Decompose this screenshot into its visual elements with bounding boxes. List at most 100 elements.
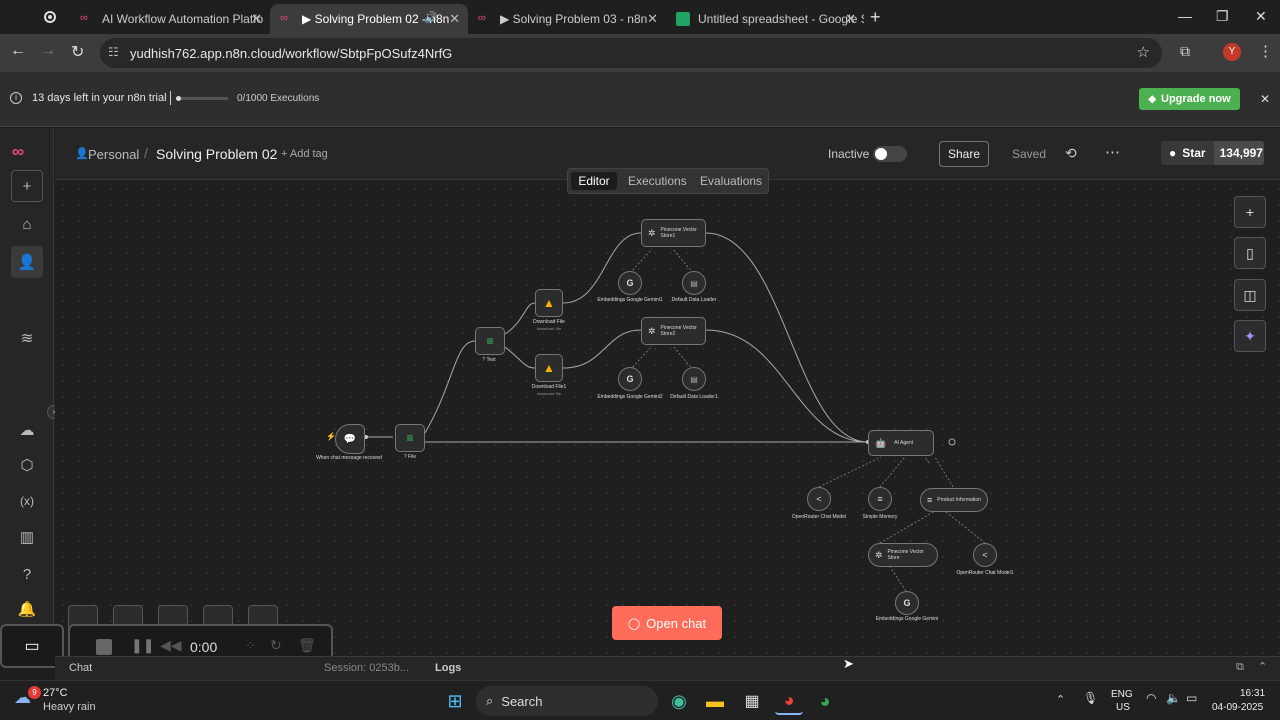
store-icon[interactable]: ▦	[738, 687, 766, 715]
new-tab-icon[interactable]: +	[870, 7, 881, 28]
address-bar[interactable]: ☷ yudhish762.app.n8n.cloud/workflow/Sbtp…	[100, 38, 1162, 68]
tab-solving-problem-02[interactable]: ∞ ▶ Solving Problem 02 - n8n 🔊 ✕	[270, 4, 468, 34]
chrome-profile-icon[interactable]: ◕	[811, 687, 839, 715]
clock-date: 04-09-2025	[1212, 702, 1264, 713]
expand-panel-icon[interactable]: ⌃	[1258, 660, 1267, 673]
wifi-icon[interactable]: ◠	[1146, 691, 1156, 705]
help-icon[interactable]: ?	[11, 558, 43, 590]
browser-menu-icon[interactable]: ⋮	[1258, 42, 1273, 60]
upgrade-button[interactable]: ◆ Upgrade now	[1139, 88, 1240, 110]
workspace-breadcrumb[interactable]: Personal	[88, 147, 139, 162]
tab-ai-workflow[interactable]: ∞ AI Workflow Automation Platfo ✕	[70, 4, 270, 34]
node-embeddings-2[interactable]: G	[618, 367, 642, 391]
back-icon[interactable]: ←	[10, 42, 26, 60]
workflow-canvas[interactable]: Editor Executions Evaluations ⚡ 💬 When c…	[0, 168, 1280, 668]
minimize-icon[interactable]: —	[1178, 8, 1192, 24]
profile-avatar[interactable]: Y	[1223, 43, 1241, 61]
active-status-label: Inactive	[828, 147, 870, 161]
site-info-icon[interactable]: ☷	[108, 45, 119, 59]
history-icon[interactable]: ⟲	[1065, 145, 1077, 162]
node-chat-trigger[interactable]: 💬	[335, 424, 365, 454]
tab-title: AI Workflow Automation Platfo	[102, 12, 264, 26]
close-tab-icon[interactable]: ✕	[845, 11, 856, 27]
n8n-favicon-icon: ∞	[280, 12, 288, 24]
tray-chevron-icon[interactable]: ⌃	[1056, 693, 1065, 706]
battery-icon[interactable]: ▭	[1186, 691, 1197, 705]
projects-stack-icon[interactable]: ≋	[11, 322, 43, 354]
close-tab-icon[interactable]: ✕	[251, 11, 262, 27]
node-data-loader-1[interactable]: ▤	[682, 271, 706, 295]
maximize-icon[interactable]: ❐	[1216, 8, 1229, 25]
audio-icon[interactable]: 🔊	[424, 11, 438, 24]
share-button[interactable]: Share	[939, 141, 989, 167]
node-download-file[interactable]: ▲	[535, 289, 563, 317]
effects-icon[interactable]: ⁘	[245, 638, 256, 654]
file-explorer-icon[interactable]: ▬	[701, 687, 729, 715]
add-tag-link[interactable]: + Add tag	[281, 148, 328, 160]
toggle-panel-button[interactable]: ◫	[1234, 279, 1266, 311]
node-embeddings-1[interactable]: G	[618, 271, 642, 295]
sticky-note-button[interactable]: ▯	[1234, 237, 1266, 269]
google-drive-icon: ▲	[543, 361, 555, 375]
node-openrouter-1[interactable]: <	[973, 543, 997, 567]
google-sheets-icon	[676, 12, 690, 26]
create-icon[interactable]: +	[11, 170, 43, 202]
close-window-icon[interactable]: ✕	[1255, 8, 1267, 25]
tab-solving-problem-03[interactable]: ∞ ▶ Solving Problem 03 - n8n ✕	[468, 4, 666, 34]
node-product-information[interactable]: ≡ Product Information	[920, 488, 988, 512]
lang-primary[interactable]: ENG	[1111, 689, 1133, 700]
rewind-icon[interactable]: ◀◀	[160, 637, 182, 654]
node-if-file[interactable]: ≡	[395, 424, 425, 452]
popout-icon[interactable]: ⧉	[1236, 661, 1244, 674]
logs-panel-label[interactable]: Logs	[435, 662, 461, 674]
bookmark-star-icon[interactable]: ☆	[1137, 43, 1150, 61]
node-data-loader-2[interactable]: ▤	[682, 367, 706, 391]
notifications-bell-icon[interactable]: 🔔	[11, 593, 43, 625]
windows-start-icon[interactable]: ⊞	[441, 687, 469, 715]
chat-panel-label[interactable]: Chat	[69, 662, 92, 674]
restart-icon[interactable]: ↻	[270, 637, 282, 654]
more-options-icon[interactable]: ⋯	[1105, 143, 1120, 161]
close-tab-icon[interactable]: ✕	[647, 11, 658, 27]
add-node-button[interactable]: +	[1234, 196, 1266, 228]
close-tab-icon[interactable]: ✕	[449, 11, 460, 27]
cloud-icon[interactable]: ☁	[11, 414, 43, 446]
insights-chart-icon[interactable]: ▥	[11, 521, 43, 553]
node-label: OpenRouter Chat Model	[791, 514, 847, 520]
node-openrouter[interactable]: <	[807, 487, 831, 511]
close-banner-icon[interactable]: ✕	[1260, 92, 1270, 106]
github-star-button[interactable]: ● Star 134,997	[1161, 141, 1264, 165]
windows-taskbar: ☁ 9 27°C Heavy rain ⊞ ⌕ Search ◉ ▬ ▦ ◕ ◕…	[0, 680, 1280, 720]
node-pinecone-1[interactable]: ✲ Pinecone Vector Store1	[641, 219, 706, 247]
volume-icon[interactable]: 🔈	[1166, 691, 1181, 705]
node-pinecone-2[interactable]: ✲ Pinecone Vector Store2	[641, 317, 706, 345]
microphone-icon[interactable]: 🎙	[1083, 691, 1098, 705]
node-download-file1[interactable]: ▲	[535, 354, 563, 382]
reload-icon[interactable]: ↻	[71, 42, 84, 62]
trial-banner: i 13 days left in your n8n trial 0/1000 …	[0, 72, 1280, 127]
activate-toggle[interactable]	[873, 146, 907, 162]
n8n-logo-icon[interactable]: ∞	[12, 142, 24, 162]
open-chat-button[interactable]: ◯ Open chat	[612, 606, 722, 640]
node-embeddings-3[interactable]: G	[895, 591, 919, 615]
ai-assistant-button[interactable]: ✦	[1234, 320, 1266, 352]
variables-icon[interactable]: (x)	[11, 485, 43, 517]
node-if-text[interactable]: ≡	[475, 327, 505, 355]
home-icon[interactable]: ⌂	[11, 208, 43, 240]
node-ai-agent[interactable]: 🤖 AI Agent	[868, 430, 934, 456]
clock-time[interactable]: 16:31	[1240, 688, 1265, 699]
workflow-title[interactable]: Solving Problem 02	[156, 146, 277, 162]
taskbar-search[interactable]: ⌕ Search	[476, 686, 658, 716]
extensions-icon[interactable]: ⧉	[1180, 43, 1190, 60]
node-simple-memory[interactable]: ≡	[868, 487, 892, 511]
packages-icon[interactable]: ⬡	[11, 449, 43, 481]
delete-icon[interactable]: 🗑	[298, 637, 316, 654]
edge-icon[interactable]: ◉	[665, 687, 693, 715]
node-pinecone-store[interactable]: ✲ Pinecone Vector Store	[868, 543, 938, 567]
stop-icon[interactable]	[96, 639, 112, 655]
personal-icon[interactable]: 👤	[11, 246, 43, 278]
chrome-icon[interactable]: ◕	[775, 687, 803, 715]
tab-spreadsheet[interactable]: Untitled spreadsheet - Google S ✕	[666, 4, 864, 34]
forward-icon[interactable]: →	[40, 42, 56, 60]
pause-icon[interactable]: ❚❚	[131, 637, 154, 654]
